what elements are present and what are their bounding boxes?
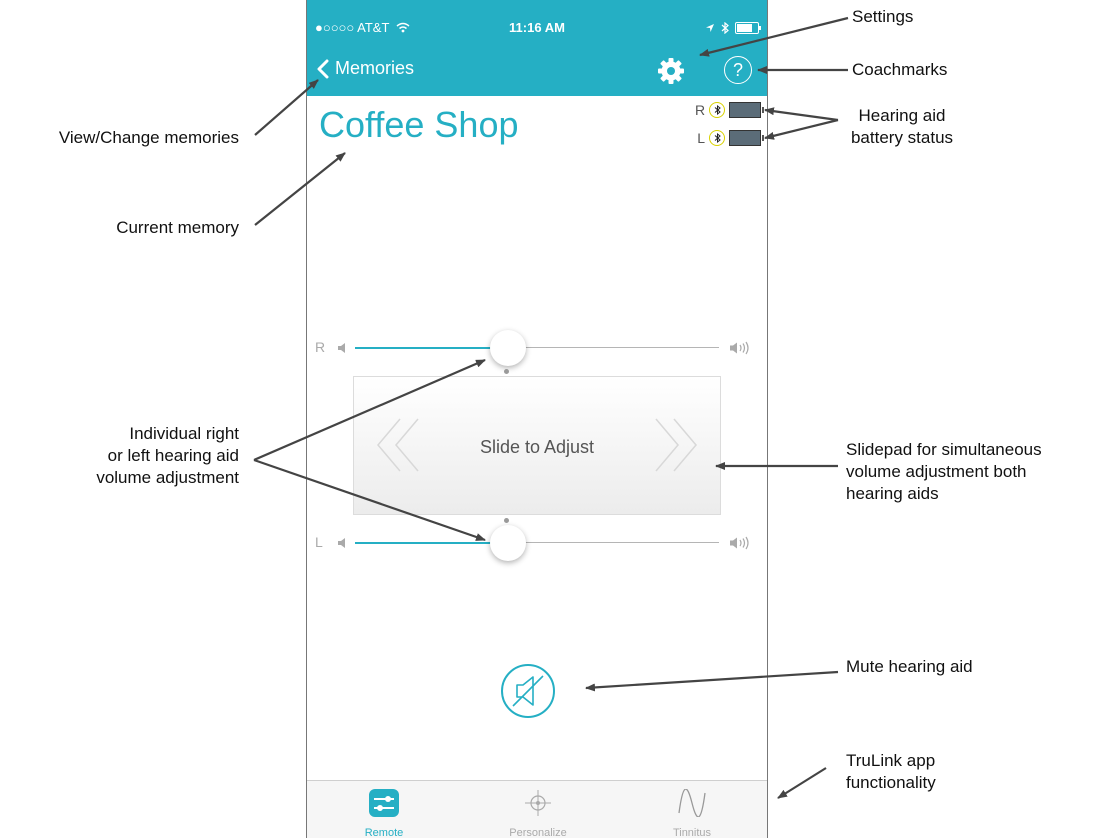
annotation-line: battery status	[850, 128, 954, 147]
annotation-trulink: TruLink app functionality	[846, 750, 936, 794]
annotation-line: Hearing aid	[858, 106, 946, 125]
annotation-mute: Mute hearing aid	[846, 657, 973, 676]
annotation-coachmarks: Coachmarks	[852, 60, 948, 79]
annotation-line: Individual right	[129, 424, 239, 443]
annotation-view-change: View/Change memories	[58, 128, 239, 147]
annotation-slidepad: Slidepad for simultaneous volume adjustm…	[846, 439, 1042, 505]
annotation-line: functionality	[846, 773, 936, 792]
annotation-battery-status: Hearing aid battery status	[842, 105, 962, 149]
annotation-line: or left hearing aid	[107, 446, 239, 465]
annotation-settings: Settings	[852, 7, 914, 26]
annotation-individual: Individual right or left hearing aid vol…	[96, 423, 239, 489]
annotation-line: volume adjustment both	[846, 462, 1027, 481]
annotation-line: TruLink app	[846, 751, 936, 770]
annotation-line: hearing aids	[846, 484, 939, 503]
annotation-line: Slidepad for simultaneous	[846, 440, 1042, 459]
annotation-current-memory: Current memory	[116, 218, 239, 237]
annotation-line: volume adjustment	[96, 468, 239, 487]
